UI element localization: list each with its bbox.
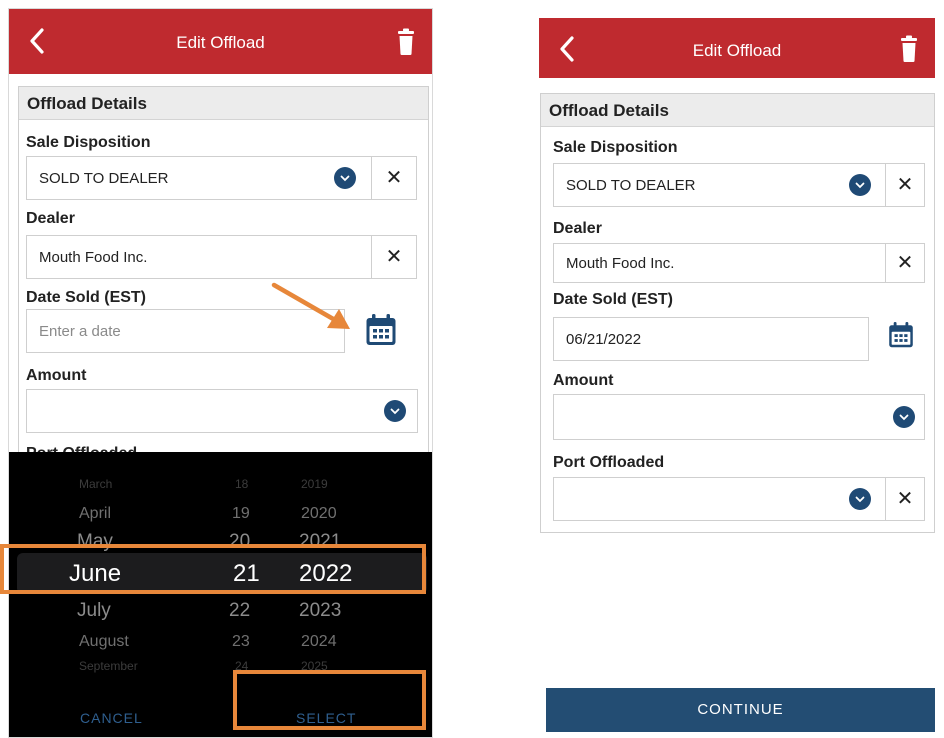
- dealer-label: Dealer: [26, 210, 75, 227]
- calendar-icon: [366, 314, 396, 345]
- left-phone-screen: Edit Offload Offload Details Sale Dispos…: [8, 8, 433, 738]
- chevron-down-icon: [384, 400, 406, 422]
- close-icon: ✕: [385, 167, 403, 189]
- picker-day: 19: [232, 505, 250, 522]
- date-sold-placeholder: Enter a date: [39, 323, 121, 340]
- right-phone-screen: Edit Offload Offload Details Sale Dispos…: [539, 18, 935, 738]
- amount-select[interactable]: [553, 394, 925, 440]
- app-header: Edit Offload: [9, 9, 432, 74]
- clear-dealer-button[interactable]: ✕: [371, 235, 417, 279]
- close-icon: ✕: [896, 488, 914, 510]
- picker-year: 2024: [301, 633, 337, 650]
- sale-disposition-value: SOLD TO DEALER: [39, 170, 169, 187]
- close-icon: ✕: [896, 252, 914, 274]
- dealer-value: Mouth Food Inc.: [566, 255, 675, 272]
- app-header: Edit Offload: [539, 18, 935, 78]
- sale-disposition-label: Sale Disposition: [26, 134, 151, 151]
- amount-select[interactable]: [26, 389, 418, 433]
- delete-button[interactable]: [899, 35, 919, 63]
- sale-disposition-label: Sale Disposition: [553, 139, 678, 156]
- picker-month: March: [79, 477, 113, 491]
- date-sold-label: Date Sold (EST): [553, 291, 674, 308]
- picker-row[interactable]: August 23 2024: [9, 633, 432, 659]
- port-offloaded-select[interactable]: [553, 477, 886, 521]
- sale-disposition-select[interactable]: SOLD TO DEALER: [26, 156, 372, 200]
- sale-disposition-select[interactable]: SOLD TO DEALER: [553, 163, 886, 207]
- cancel-button[interactable]: CANCEL: [80, 710, 143, 726]
- trash-icon: [398, 28, 414, 55]
- clear-sale-disposition-button[interactable]: ✕: [885, 163, 925, 207]
- picker-row[interactable]: April 19 2020: [9, 505, 432, 531]
- page-title: Edit Offload: [692, 41, 782, 60]
- picker-day: 22: [229, 600, 251, 621]
- chevron-down-icon: [849, 488, 871, 510]
- date-sold-value: 06/21/2022: [566, 331, 642, 348]
- picker-month: July: [77, 600, 111, 621]
- calendar-button[interactable]: [888, 320, 914, 350]
- dealer-label: Dealer: [553, 220, 602, 237]
- picker-row[interactable]: July 22 2023: [9, 600, 432, 626]
- calendar-icon: [889, 322, 913, 348]
- date-sold-input[interactable]: 06/21/2022: [553, 317, 869, 361]
- picker-month: September: [79, 659, 138, 673]
- date-sold-label: Date Sold (EST): [26, 289, 147, 306]
- select-button-highlight: [233, 670, 426, 730]
- calendar-button[interactable]: [365, 313, 397, 347]
- chevron-down-icon: [334, 167, 356, 189]
- page-title: Edit Offload: [176, 33, 265, 52]
- panel-title: Offload Details: [541, 94, 934, 127]
- dealer-field[interactable]: Mouth Food Inc.: [553, 243, 886, 283]
- sale-disposition-value: SOLD TO DEALER: [566, 177, 696, 194]
- dealer-field[interactable]: Mouth Food Inc.: [26, 235, 372, 279]
- dealer-value: Mouth Food Inc.: [39, 249, 148, 266]
- delete-button[interactable]: [396, 28, 416, 56]
- clear-dealer-button[interactable]: ✕: [885, 243, 925, 283]
- picker-year: 2020: [301, 505, 337, 522]
- amount-label: Amount: [553, 372, 614, 389]
- picker-year: 2019: [301, 477, 328, 491]
- picker-day: 18: [235, 477, 249, 491]
- amount-label: Amount: [26, 367, 87, 384]
- chevron-down-icon: [893, 406, 915, 428]
- port-offloaded-label: Port Offloaded: [553, 454, 665, 471]
- picker-day: 23: [232, 633, 250, 650]
- clear-port-button[interactable]: ✕: [885, 477, 925, 521]
- selected-date-highlight: [0, 544, 426, 594]
- picker-year: 2023: [299, 600, 342, 621]
- trash-icon: [901, 35, 917, 62]
- chevron-down-icon: [849, 174, 871, 196]
- picker-row[interactable]: March 18 2019: [9, 477, 432, 503]
- panel-title: Offload Details: [19, 87, 428, 120]
- picker-month: August: [79, 633, 129, 650]
- close-icon: ✕: [896, 174, 914, 196]
- continue-button[interactable]: CONTINUE: [546, 688, 935, 732]
- picker-month: April: [79, 505, 112, 522]
- arrow-icon: [271, 282, 350, 329]
- close-icon: ✕: [385, 246, 403, 268]
- clear-sale-disposition-button[interactable]: ✕: [371, 156, 417, 200]
